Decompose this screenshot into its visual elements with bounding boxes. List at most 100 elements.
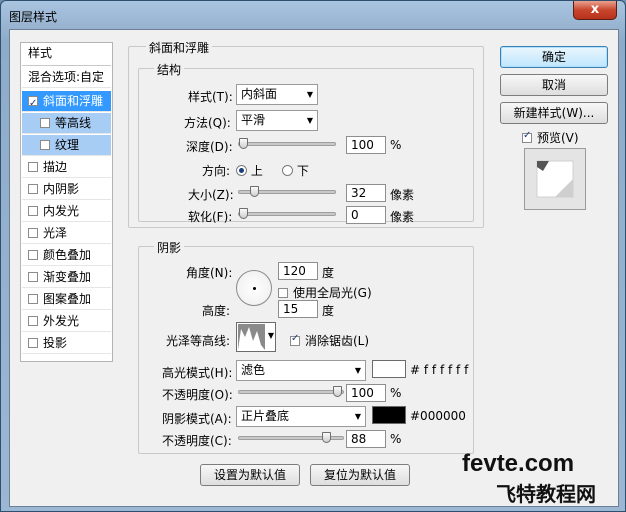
- radio-icon[interactable]: [236, 165, 247, 176]
- altitude-input[interactable]: 15: [278, 300, 318, 318]
- reset-default-button[interactable]: 复位为默认值: [310, 464, 410, 486]
- shadow-mode-value: 正片叠底: [241, 409, 290, 423]
- checkbox-icon[interactable]: [28, 162, 38, 172]
- sidebar-item-label: 外发光: [43, 314, 80, 328]
- highlight-mode-select[interactable]: 滤色 ▼: [236, 360, 366, 381]
- angle-dial[interactable]: [236, 270, 272, 306]
- size-unit: 像素: [390, 188, 415, 202]
- style-select[interactable]: 内斜面 ▼: [236, 84, 318, 105]
- radio-icon[interactable]: [282, 165, 293, 176]
- checkbox-icon[interactable]: [28, 228, 38, 238]
- dialog-client: 样式 混合选项:自定 斜面和浮雕 等高线 纹理 描边 内阴影 内发光 光泽 颜色…: [9, 29, 619, 507]
- checkbox-icon[interactable]: [278, 288, 288, 298]
- sidebar-item-stroke[interactable]: 描边: [22, 157, 111, 178]
- cancel-button[interactable]: 取消: [500, 74, 608, 96]
- sidebar-item-satin[interactable]: 光泽: [22, 223, 111, 244]
- checkbox-icon[interactable]: [28, 338, 38, 348]
- technique-label: 方法(Q):: [184, 116, 231, 130]
- checkbox-icon[interactable]: [28, 316, 38, 326]
- preview-swatch-icon: [536, 160, 574, 198]
- layer-style-dialog: 图层样式 x 样式 混合选项:自定 斜面和浮雕 等高线 纹理 描边 内阴影 内发…: [0, 0, 626, 512]
- depth-slider-thumb[interactable]: [239, 138, 248, 149]
- soften-unit: 像素: [390, 210, 415, 224]
- highlight-opacity-slider-thumb[interactable]: [333, 386, 342, 397]
- shadow-opacity-slider-thumb[interactable]: [322, 432, 331, 443]
- antialias-label: 消除锯齿(L): [305, 334, 370, 348]
- sidebar-item-label: 投影: [43, 336, 68, 350]
- chevron-down-icon: ▼: [306, 116, 313, 125]
- sidebar-item-contour[interactable]: 等高线: [22, 113, 111, 134]
- sidebar-item-label: 等高线: [55, 116, 92, 130]
- technique-select[interactable]: 平滑 ▼: [236, 110, 318, 131]
- checkbox-icon[interactable]: [40, 118, 50, 128]
- shadow-color-swatch[interactable]: [372, 406, 406, 424]
- styles-list-header[interactable]: 样式: [22, 43, 111, 66]
- angle-input[interactable]: 120: [278, 262, 318, 280]
- checkbox-icon[interactable]: [40, 140, 50, 150]
- shadow-mode-select[interactable]: 正片叠底 ▼: [236, 406, 366, 427]
- size-label: 大小(Z):: [188, 188, 234, 202]
- sidebar-item-gradient-overlay[interactable]: 渐变叠加: [22, 267, 111, 288]
- sidebar-item-label: 颜色叠加: [43, 248, 92, 262]
- close-button[interactable]: x: [573, 1, 617, 20]
- checkbox-icon[interactable]: [522, 130, 532, 143]
- direction-down-option[interactable]: 下: [282, 162, 309, 179]
- antialias-option[interactable]: 消除锯齿(L): [290, 332, 369, 349]
- sidebar-item-texture[interactable]: 纹理: [22, 135, 111, 156]
- shading-title: 阴影: [154, 239, 185, 256]
- style-preview-thumbnail: [524, 148, 586, 210]
- gloss-contour-picker[interactable]: ▼: [236, 322, 276, 352]
- shadow-hex-text: #000000: [410, 409, 466, 423]
- soften-slider[interactable]: [238, 208, 336, 219]
- soften-label: 软化(F):: [188, 210, 233, 224]
- sidebar-item-label: 描边: [43, 160, 68, 174]
- highlight-mode-value: 滤色: [241, 363, 266, 377]
- sidebar-item-color-overlay[interactable]: 颜色叠加: [22, 245, 111, 266]
- watermark-site-name: 飞特教程网: [496, 482, 596, 506]
- global-light-label: 使用全局光(G): [293, 286, 372, 300]
- sidebar-item-bevel[interactable]: 斜面和浮雕: [22, 91, 111, 114]
- blend-options-item[interactable]: 混合选项:自定: [22, 67, 111, 88]
- altitude-unit: 度: [322, 304, 335, 318]
- depth-input[interactable]: 100: [346, 136, 386, 154]
- soften-slider-thumb[interactable]: [239, 208, 248, 219]
- depth-slider[interactable]: [238, 138, 336, 149]
- direction-up-option[interactable]: 上: [236, 162, 263, 179]
- sidebar-item-pattern-overlay[interactable]: 图案叠加: [22, 289, 111, 310]
- checkbox-icon[interactable]: [28, 294, 38, 304]
- highlight-color-swatch[interactable]: [372, 360, 406, 378]
- highlight-opacity-input[interactable]: 100: [346, 384, 386, 402]
- sidebar-item-outer-glow[interactable]: 外发光: [22, 311, 111, 332]
- direction-up-label: 上: [250, 164, 263, 178]
- sidebar-item-inner-glow[interactable]: 内发光: [22, 201, 111, 222]
- size-slider[interactable]: [238, 186, 336, 197]
- sidebar-item-label: 斜面和浮雕: [43, 94, 104, 108]
- size-slider-thumb[interactable]: [250, 186, 259, 197]
- checkbox-icon[interactable]: [290, 333, 300, 346]
- size-input[interactable]: 32: [346, 184, 386, 202]
- ok-button[interactable]: 确定: [500, 46, 608, 68]
- preview-label: 预览(V): [537, 131, 579, 145]
- checkbox-icon[interactable]: [28, 272, 38, 282]
- checkbox-icon[interactable]: [28, 184, 38, 194]
- checkbox-icon[interactable]: [28, 206, 38, 216]
- direction-down-label: 下: [296, 164, 309, 178]
- shadow-opacity-input[interactable]: 88: [346, 430, 386, 448]
- global-light-option[interactable]: 使用全局光(G): [278, 284, 372, 301]
- highlight-mode-label: 高光模式(H):: [162, 366, 233, 380]
- preview-option[interactable]: 预览(V): [522, 129, 579, 146]
- checkbox-icon[interactable]: [28, 93, 38, 114]
- structure-title: 结构: [154, 61, 185, 78]
- highlight-opacity-slider[interactable]: [238, 386, 344, 397]
- checkbox-icon[interactable]: [28, 250, 38, 260]
- sidebar-item-drop-shadow[interactable]: 投影: [22, 333, 111, 354]
- make-default-button[interactable]: 设置为默认值: [200, 464, 300, 486]
- chevron-down-icon: ▼: [306, 90, 313, 99]
- style-select-value: 内斜面: [241, 87, 278, 101]
- style-label: 样式(T):: [188, 90, 233, 104]
- shadow-opacity-slider[interactable]: [238, 432, 344, 443]
- soften-input[interactable]: 0: [346, 206, 386, 224]
- new-style-button[interactable]: 新建样式(W)...: [500, 102, 608, 124]
- sidebar-item-label: 光泽: [43, 226, 68, 240]
- sidebar-item-inner-shadow[interactable]: 内阴影: [22, 179, 111, 200]
